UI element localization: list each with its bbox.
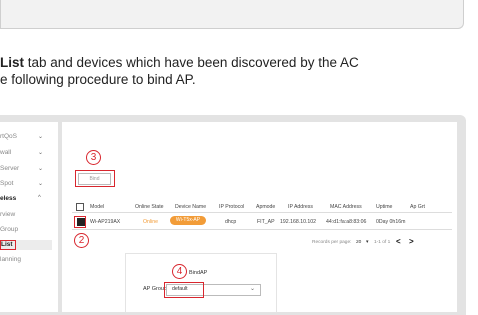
cell-online-state: Online: [143, 219, 158, 225]
step-4-marker: 4: [172, 264, 187, 279]
cell-device-name: Wi-T5x-AP: [170, 216, 206, 225]
sidebar-item-label: Spot: [0, 180, 14, 187]
chevron-down-icon: ⌄: [38, 166, 44, 172]
records-per-page-select[interactable]: 20: [356, 240, 361, 245]
cell-model: Wi-AP219AX: [90, 219, 121, 225]
intro-bold: List: [0, 55, 25, 70]
select-all-checkbox[interactable]: [76, 203, 84, 211]
records-per-page-label: Records per page:: [312, 240, 352, 245]
chevron-down-icon: ▾: [366, 240, 369, 245]
top-panel: [0, 0, 464, 29]
col-header-apmode: Apmode: [256, 204, 276, 210]
row-checkbox[interactable]: [77, 218, 85, 226]
sidebar-item-ap-list[interactable]: List: [0, 240, 52, 250]
chevron-down-icon: ⌄: [38, 181, 44, 187]
col-header-uptime: Uptime: [376, 204, 393, 210]
col-header-model: Model: [90, 204, 105, 210]
intro-line-1: List tab and devices which have been dis…: [0, 54, 359, 72]
row-divider: [72, 229, 452, 230]
col-header-ip-address: IP Address: [288, 204, 313, 210]
sidebar-item-label: eless: [0, 195, 17, 202]
col-header-online-state: Online State: [135, 204, 164, 210]
chevron-down-icon: ⌄: [38, 150, 44, 156]
prev-page-button[interactable]: <: [396, 237, 401, 246]
cell-apmode: FIT_AP: [257, 219, 275, 225]
ap-group-highlight: [164, 282, 204, 298]
sidebar-item-label: rview: [0, 211, 16, 218]
sidebar: rtQoS ⌄ wall ⌄ Server ⌄ Spot ⌄ eless ^ r…: [0, 122, 58, 312]
cell-mac-address: 44:d1:fa:a8:83:06: [326, 219, 367, 225]
header-divider: [72, 212, 452, 213]
sidebar-item-label: Group: [0, 226, 19, 233]
sidebar-item-label: rtQoS: [0, 133, 17, 140]
next-page-button[interactable]: >: [409, 237, 414, 246]
col-header-mac-address: MAC Address: [330, 204, 362, 210]
cell-ip-protocol: dhcp: [225, 219, 237, 225]
col-header-device-name: Device Name: [175, 204, 207, 210]
sidebar-item-label: lanning: [0, 256, 21, 263]
step-3-marker: 3: [86, 150, 101, 165]
sidebar-item-label: Server: [0, 165, 20, 172]
chevron-down-icon: ⌄: [38, 134, 44, 140]
intro-rest: tab and devices which have been discover…: [24, 55, 359, 70]
chevron-down-icon: ⌄: [249, 286, 255, 292]
sidebar-item-label: List: [0, 240, 16, 250]
dialog-title: BindAP: [189, 270, 208, 276]
sidebar-item-label: wall: [0, 149, 12, 156]
intro-line-2: e following procedure to bind AP.: [0, 72, 196, 87]
col-header-ip-protocol: IP Protocol: [219, 204, 245, 210]
cell-uptime: 0Day 0h16m: [376, 219, 406, 225]
pagination-range: 1-1 of 1: [374, 240, 391, 245]
chevron-up-icon: ^: [38, 195, 41, 201]
col-header-ap-group: Ap Grt: [410, 204, 425, 210]
bind-button[interactable]: Bind: [78, 173, 111, 185]
cell-ip-address: 192.168.10.102: [280, 219, 317, 225]
step-2-marker: 2: [74, 233, 89, 248]
